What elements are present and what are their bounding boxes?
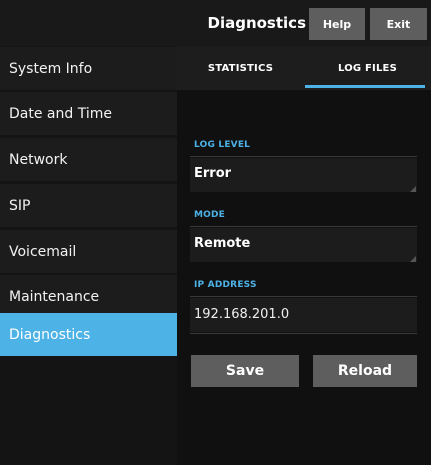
tab-log-files[interactable]: LOG FILES bbox=[304, 46, 431, 90]
tab-bar: STATISTICS LOG FILES bbox=[177, 46, 431, 90]
sidebar-item-label: System Info bbox=[9, 60, 93, 77]
mode-value: Remote bbox=[194, 236, 251, 251]
log-level-value: Error bbox=[194, 166, 232, 181]
divider bbox=[190, 296, 417, 297]
active-tab-indicator bbox=[305, 85, 425, 88]
sidebar-item-sip[interactable]: SIP bbox=[0, 184, 177, 227]
sidebar-item-date-and-time[interactable]: Date and Time bbox=[0, 92, 177, 135]
reload-button[interactable]: Reload bbox=[313, 355, 417, 387]
exit-button[interactable]: Exit bbox=[370, 8, 427, 40]
sidebar-item-label: SIP bbox=[9, 197, 31, 214]
log-level-label: LOG LEVEL bbox=[194, 140, 251, 150]
divider bbox=[190, 156, 417, 157]
sidebar-item-network[interactable]: Network bbox=[0, 138, 177, 181]
dropdown-corner-icon bbox=[410, 186, 416, 192]
page-title: Diagnostics bbox=[207, 14, 307, 32]
divider bbox=[190, 333, 417, 334]
sidebar-item-maintenance[interactable]: Maintenance bbox=[0, 275, 177, 318]
sidebar-item-voicemail[interactable]: Voicemail bbox=[0, 230, 177, 273]
sidebar-item-system-info[interactable]: System Info bbox=[0, 47, 177, 90]
sidebar-item-label: Date and Time bbox=[9, 105, 112, 122]
sidebar-item-diagnostics[interactable]: Diagnostics bbox=[0, 313, 177, 356]
tab-statistics[interactable]: STATISTICS bbox=[177, 46, 304, 90]
sidebar-item-label: Maintenance bbox=[9, 288, 100, 305]
app-window: Diagnostics Help Exit System Info Date a… bbox=[0, 0, 431, 465]
ip-address-label: IP ADDRESS bbox=[194, 280, 257, 290]
save-button[interactable]: Save bbox=[191, 355, 299, 387]
mode-label: MODE bbox=[194, 210, 226, 220]
divider bbox=[190, 226, 417, 227]
header-bar: Diagnostics Help Exit bbox=[0, 0, 431, 46]
ip-address-value: 192.168.201.0 bbox=[194, 307, 290, 322]
sidebar-item-label: Diagnostics bbox=[9, 326, 91, 343]
main-panel: STATISTICS LOG FILES LOG LEVEL Error MOD… bbox=[177, 46, 431, 465]
dropdown-corner-icon bbox=[410, 256, 416, 262]
sidebar: System Info Date and Time Network SIP Vo… bbox=[0, 46, 177, 465]
sidebar-item-label: Network bbox=[9, 151, 68, 168]
sidebar-item-label: Voicemail bbox=[9, 243, 77, 260]
help-button[interactable]: Help bbox=[309, 8, 365, 40]
